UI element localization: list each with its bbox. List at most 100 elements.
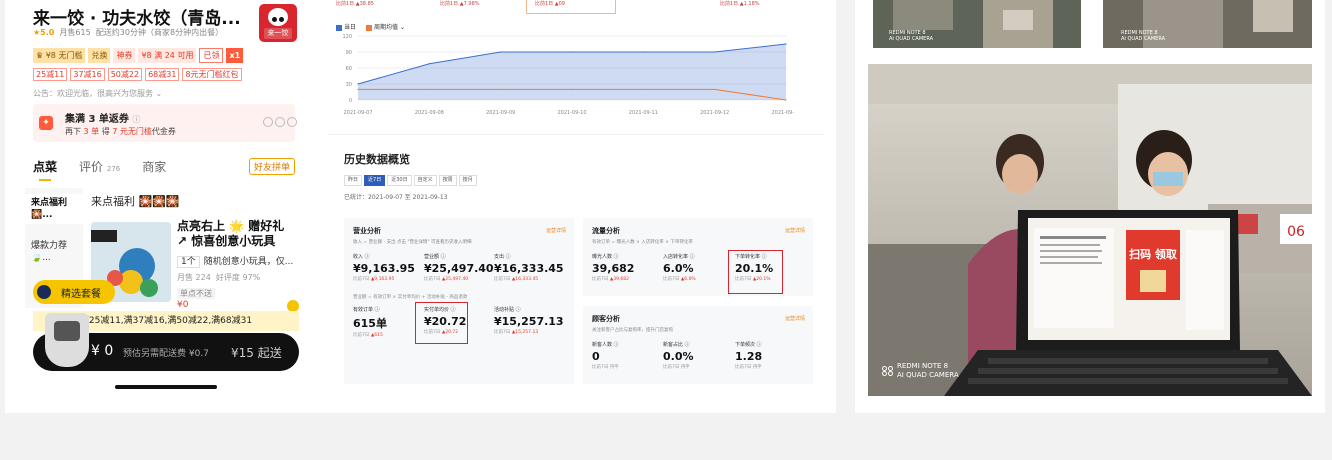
store-delivery: 配送约30分钟（商家8分钟内出餐） xyxy=(95,28,224,37)
coupon-count-badge: x1 xyxy=(226,48,244,63)
highlight-box xyxy=(728,250,783,294)
discount-tag: 50减22 xyxy=(107,68,143,81)
store-logo-text: 来一饺 xyxy=(264,28,292,39)
store-title: 来一饺 · 功夫水饺（青岛... xyxy=(33,9,241,29)
vip-coupon[interactable]: ♛ ¥8 无门槛 xyxy=(33,48,86,63)
range-tab[interactable]: 按周 xyxy=(438,175,457,186)
store-tabs: 点菜 评价 276 商家 xyxy=(33,158,166,181)
metric-new-customers: 新客人数 ⓘ 0 比前7日 持平 xyxy=(592,342,619,370)
detail-link[interactable]: 运营详情 xyxy=(785,227,805,234)
crown-icon: ♛ xyxy=(36,51,44,60)
group-order-button[interactable]: 好友拼单 xyxy=(249,158,296,175)
range-tab[interactable]: 近30日 xyxy=(387,175,412,186)
collect-title: 集满 3 单返券 ⓘ xyxy=(65,114,141,125)
store-logo[interactable]: 来一饺 xyxy=(259,4,297,42)
metric-turnover: 营业额 ⓘ ¥25,497.40 比前7日 ▲25,497.40 xyxy=(424,254,494,282)
card-formula: 收入 = 营业额 - 支出 点击 "营业详情" 可查看历史收入明细 xyxy=(353,240,472,245)
data-point xyxy=(500,88,502,90)
data-point xyxy=(428,63,430,65)
metric-frequency: 下单频次 ⓘ 1.28 比前7日 持平 xyxy=(735,342,763,370)
detail-link[interactable]: 运营详情 xyxy=(546,227,566,234)
customer-analysis-card: 顾客分析 运营详情 关注新客户占比与复购率，提升门店复购 新客人数 ⓘ 0 比前… xyxy=(583,306,813,384)
metric-exposure: 曝光人数 ⓘ 39,682 比前7日 ▲39,682 xyxy=(592,254,635,282)
cart-mascot-icon[interactable] xyxy=(45,313,89,367)
top-stat-selected[interactable]: 比前1日 ▲09 xyxy=(526,0,616,14)
god-coupon[interactable]: ¥8 满 24 可用 xyxy=(138,48,197,63)
vip-exchange-button[interactable]: 兑换 xyxy=(88,48,111,63)
data-point xyxy=(500,51,502,53)
data-point xyxy=(714,51,716,53)
top-stat-strip: 比前1日 ▲38.85 比前1日 ▲7.98% 比前1日 ▲09 比前1日 ▲1… xyxy=(336,0,812,14)
store-sales: 月售615 xyxy=(59,28,91,37)
screenshot-collage: 来一饺 · 功夫水饺（青岛... 来一饺 ★5.0 月售615 配送约30分钟（… xyxy=(0,0,1332,460)
store-rating: 5.0 xyxy=(40,28,55,37)
camera-watermark: REDMI NOTE 8 AI QUAD CAMERA xyxy=(1121,30,1166,42)
x-tick-label: 2021-09-07 xyxy=(343,110,372,116)
collect-orders-card[interactable]: ✦ 集满 3 单返券 ⓘ 再下 3 单 得 7 元无门槛代金券 xyxy=(33,104,297,142)
discount-list: 25减11 37减16 50减22 68减31 8元无门槛红包 xyxy=(33,68,242,81)
range-tab[interactable]: 自定义 xyxy=(413,175,437,186)
x-tick-label: 2021-09-09 xyxy=(486,110,515,116)
y-tick-label: 90 xyxy=(346,50,352,56)
home-indicator[interactable] xyxy=(115,385,217,389)
metric-subsidy: 活动补贴 ⓘ ¥15,257.13 比前7日 ▲15,257.13 xyxy=(494,307,564,335)
chevron-down-icon: ⌄ xyxy=(155,89,163,98)
help-icon: ⓘ xyxy=(132,115,141,124)
calendar-day: 06 xyxy=(1287,224,1305,240)
highlight-box xyxy=(415,302,468,344)
sidebar-item-hot[interactable]: 爆款力荐🍃... xyxy=(31,240,75,264)
metric-new-ratio: 新客占比 ⓘ 0.0% 比前7日 持平 xyxy=(663,342,694,370)
store-notice[interactable]: 公告：欢迎光临，很高兴为您服务 ⌄ xyxy=(33,88,162,99)
history-title: 历史数据概览 xyxy=(344,153,410,166)
trend-chart: 0 30 60 90 120 2021-09-07 2021-09-08 2021-09-09… xyxy=(342,34,794,116)
promo-row: ♛ ¥8 无门槛 兑换 神券 ¥8 满 24 可用 已领 x1 xyxy=(33,48,244,63)
card-title: 流量分析 xyxy=(592,227,620,235)
card-title: 营业分析 xyxy=(353,227,381,235)
god-coupon-tag: 神券 xyxy=(113,48,136,63)
x-tick-label: 2021-09-13 xyxy=(771,110,794,116)
top-stat: 比前1日 ▲38.85 xyxy=(336,1,374,7)
metric-valid-orders: 有效订单 ⓘ 615单 比前7日 ▲615 xyxy=(353,307,387,338)
cart-minimum[interactable]: ¥15 起送 xyxy=(231,344,282,361)
photo-classroom-2: REDMI NOTE 8 AI QUAD CAMERA xyxy=(1103,0,1312,48)
cart-delivery-fee: 预估另需配送费 ¥0.7 xyxy=(123,349,209,359)
product-price: ¥0 xyxy=(177,300,189,310)
card-formula: 关注新客户占比与复购率，提升门店复购 xyxy=(592,328,673,333)
featured-combo-button[interactable]: 精选套餐 xyxy=(33,280,115,304)
panda-icon xyxy=(268,8,288,26)
cart-bar[interactable]: ¥ 0 预估另需配送费 ¥0.7 ¥15 起送 xyxy=(33,313,299,371)
product-desc: 1个 随机创意小玩具，仅... xyxy=(177,254,293,268)
discount-tag: 37减16 xyxy=(70,68,105,81)
data-point xyxy=(785,43,787,45)
detail-link[interactable]: 运营详情 xyxy=(785,315,805,322)
x-tick-label: 2021-09-12 xyxy=(700,110,729,116)
data-point xyxy=(642,88,644,90)
tab-merchant[interactable]: 商家 xyxy=(142,158,166,175)
camera-watermark: REDMI NOTE 8 AI QUAD CAMERA xyxy=(882,362,959,380)
card-formula: 有效订单 = 曝光人数 × 入店转化率 × 下单转化率 xyxy=(592,240,693,245)
tab-reviews[interactable]: 评价 276 xyxy=(79,158,120,175)
photo-classroom-1: REDMI NOTE 8 AI QUAD CAMERA xyxy=(873,0,1081,48)
slide-title: 扫码 领取 xyxy=(1129,247,1177,261)
range-tab[interactable]: 昨日 xyxy=(344,175,363,186)
metric-entry-rate: 入店转化率 ⓘ 6.0% 比前7日 ▲6.0% xyxy=(663,254,696,282)
x-tick-label: 2021-09-10 xyxy=(557,110,586,116)
camera-circles-icon xyxy=(882,366,894,376)
photo-training-session: 扫码 领取 06 REDMI NOTE 8 AI QUAD CAMERA xyxy=(868,64,1312,396)
data-point xyxy=(642,51,644,53)
merchant-dashboard: 比前1日 ▲38.85 比前1日 ▲7.98% 比前1日 ▲09 比前1日 ▲1… xyxy=(320,0,828,400)
range-tab[interactable]: 按月 xyxy=(458,175,477,186)
store-page: 来一饺 · 功夫水饺（青岛... 来一饺 ★5.0 月售615 配送约30分钟（… xyxy=(25,0,307,400)
tab-order[interactable]: 点菜 xyxy=(33,158,57,181)
date-range-tabs: 昨日 近7日 近30日 自定义 按周 按月 xyxy=(344,175,477,186)
product-title[interactable]: 点亮右上 🌟 赠好礼 ↗ 惊喜创意小玩具 xyxy=(177,219,297,249)
range-tab-active[interactable]: 近7日 xyxy=(364,175,386,186)
camera-watermark: REDMI NOTE 8 AI QUAD CAMERA xyxy=(889,30,934,42)
collect-sub: 再下 3 单 得 7 元无门槛代金券 xyxy=(65,127,176,136)
sidebar-item-welfare[interactable]: 来点福利🎇... xyxy=(25,194,83,224)
top-stat: 比前1日 ▲1.18% xyxy=(720,1,760,7)
data-point xyxy=(785,99,787,101)
section-heading: 来点福利 🎇🎇🎇 xyxy=(91,195,180,208)
data-point xyxy=(357,88,359,90)
right-panel: REDMI NOTE 8 AI QUAD CAMERA REDMI NOTE 8A… xyxy=(855,0,1325,413)
